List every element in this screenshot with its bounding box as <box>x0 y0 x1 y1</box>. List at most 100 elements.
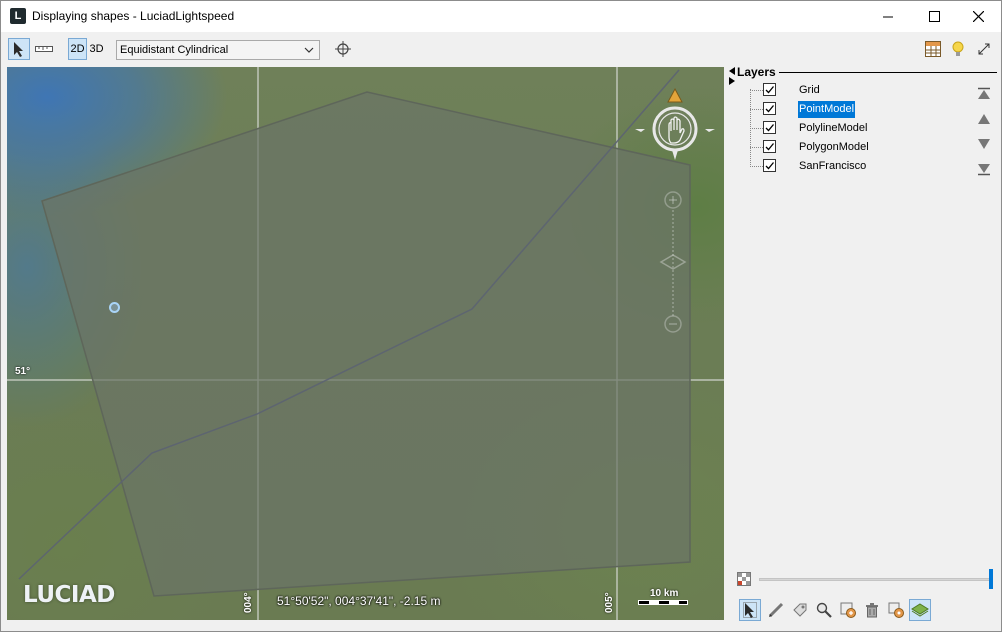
cursor-arrow-icon <box>14 42 23 57</box>
tree-branch <box>750 109 763 110</box>
close-icon <box>972 11 984 22</box>
tree-branch <box>750 166 763 167</box>
map-overlay <box>7 67 724 620</box>
close-button[interactable] <box>955 1 1001 32</box>
hints-button[interactable] <box>949 38 967 60</box>
chevron-down-icon <box>304 47 314 53</box>
expand-icon <box>978 43 990 55</box>
luciad-logo: LUCIAD <box>23 582 115 608</box>
collapse-arrow-icon[interactable] <box>729 67 735 75</box>
checkmark-icon <box>765 162 774 170</box>
layer-visibility-checkbox[interactable] <box>763 83 776 96</box>
point-marker[interactable] <box>109 302 120 313</box>
edit-tool-button[interactable] <box>765 599 787 621</box>
trash-icon <box>866 603 878 618</box>
layer-name: PolylineModel <box>799 122 868 134</box>
mode-2d-button[interactable]: 2D <box>68 38 87 60</box>
layer-row-polylinemodel[interactable]: PolylineModel <box>750 119 950 138</box>
projection-select[interactable]: Equidistant Cylindrical <box>116 40 320 60</box>
move-down-icon[interactable] <box>977 137 991 151</box>
layers-stack-icon <box>911 603 929 617</box>
lightbulb-icon <box>952 41 964 56</box>
scale-label: 10 km <box>650 588 679 599</box>
move-up-icon[interactable] <box>977 112 991 126</box>
app-icon: L <box>10 8 26 24</box>
minimize-icon <box>883 16 893 17</box>
ruler-icon <box>35 46 53 52</box>
layers-title: Layers <box>737 65 776 79</box>
tag-icon <box>793 603 807 617</box>
checkmark-icon <box>765 105 774 113</box>
layer-name: PointModel <box>798 101 856 118</box>
table-icon <box>925 41 941 57</box>
tree-branch <box>750 147 763 148</box>
gear-icon <box>888 602 904 618</box>
zoom-out-icon[interactable] <box>664 315 682 333</box>
layers-panel: Layers Grid PointModel PolylineModel Pol… <box>727 65 1001 621</box>
layers-divider <box>779 72 997 73</box>
checkmark-icon <box>765 143 774 151</box>
maximize-icon <box>928 11 940 22</box>
layer-row-polygonmodel[interactable]: PolygonModel <box>750 138 950 157</box>
add-layer-icon <box>840 602 856 618</box>
crosshair-icon <box>335 41 351 57</box>
longitude-label: 005° <box>604 592 615 613</box>
layer-visibility-checkbox[interactable] <box>763 121 776 134</box>
layer-name: Grid <box>799 84 820 96</box>
south-arrow-icon <box>672 150 678 160</box>
checkmark-icon <box>765 124 774 132</box>
tree-branch <box>750 90 763 91</box>
layer-visibility-checkbox[interactable] <box>763 102 776 115</box>
scale-bar <box>638 600 688 605</box>
select-arrow-icon <box>743 602 757 618</box>
zoom-slider-handle[interactable] <box>659 253 687 271</box>
mouse-coordinates: 51°50'52", 004°37'41", -2.15 m <box>277 594 441 608</box>
title-bar: L Displaying shapes - LuciadLightspeed <box>1 1 1001 32</box>
mode-3d-button[interactable]: 3D <box>88 38 105 60</box>
transparency-icon <box>737 572 751 586</box>
latitude-label: 51° <box>15 366 31 377</box>
add-layer-button[interactable] <box>837 599 859 621</box>
delete-layer-button[interactable] <box>861 599 883 621</box>
app-window: L Displaying shapes - LuciadLightspeed 2… <box>0 0 1002 632</box>
polygon-shape <box>41 91 691 597</box>
longitude-label: 004° <box>243 592 254 613</box>
layer-visibility-mode-button[interactable] <box>909 599 931 621</box>
map-toolbar: 2D 3D Equidistant Cylindrical <box>1 32 1001 66</box>
zoom-in-icon[interactable] <box>664 191 682 209</box>
opacity-slider-thumb[interactable] <box>989 569 993 589</box>
tree-branch <box>750 128 763 129</box>
select-tool-button[interactable] <box>8 38 30 60</box>
expand-arrow-icon[interactable] <box>729 77 735 85</box>
measure-tool-button[interactable] <box>34 38 54 60</box>
minimize-button[interactable] <box>865 1 911 32</box>
move-to-bottom-icon[interactable] <box>977 162 991 176</box>
move-to-top-icon[interactable] <box>977 87 991 101</box>
maximize-button[interactable] <box>911 1 957 32</box>
map-view[interactable]: 51° 004° 005° LUCIAD 51°50'52", 004°37'4… <box>7 67 724 620</box>
opacity-slider-track[interactable] <box>759 578 991 581</box>
zoom-to-layer-button[interactable] <box>813 599 835 621</box>
layer-row-sanfrancisco[interactable]: SanFrancisco <box>750 157 950 176</box>
fullscreen-button[interactable] <box>974 38 994 60</box>
layer-settings-button[interactable] <box>885 599 907 621</box>
layer-row-grid[interactable]: Grid <box>750 81 950 100</box>
projection-value: Equidistant Cylindrical <box>120 44 229 56</box>
layer-visibility-checkbox[interactable] <box>763 140 776 153</box>
select-layer-tool-button[interactable] <box>739 599 761 621</box>
west-arrow-icon <box>635 129 645 132</box>
table-view-button[interactable] <box>923 38 943 60</box>
layer-name: PolygonModel <box>799 141 869 153</box>
window-title: Displaying shapes - LuciadLightspeed <box>32 9 235 23</box>
navigation-compass[interactable] <box>635 87 715 171</box>
east-arrow-icon <box>705 129 715 132</box>
magnifier-icon <box>816 602 832 618</box>
layer-row-pointmodel[interactable]: PointModel <box>750 100 950 119</box>
north-arrow-icon <box>667 87 683 103</box>
layer-visibility-checkbox[interactable] <box>763 159 776 172</box>
recenter-button[interactable] <box>333 38 353 60</box>
label-tool-button[interactable] <box>789 599 811 621</box>
checkmark-icon <box>765 86 774 94</box>
layer-name: SanFrancisco <box>799 160 867 172</box>
pencil-icon <box>768 602 784 618</box>
